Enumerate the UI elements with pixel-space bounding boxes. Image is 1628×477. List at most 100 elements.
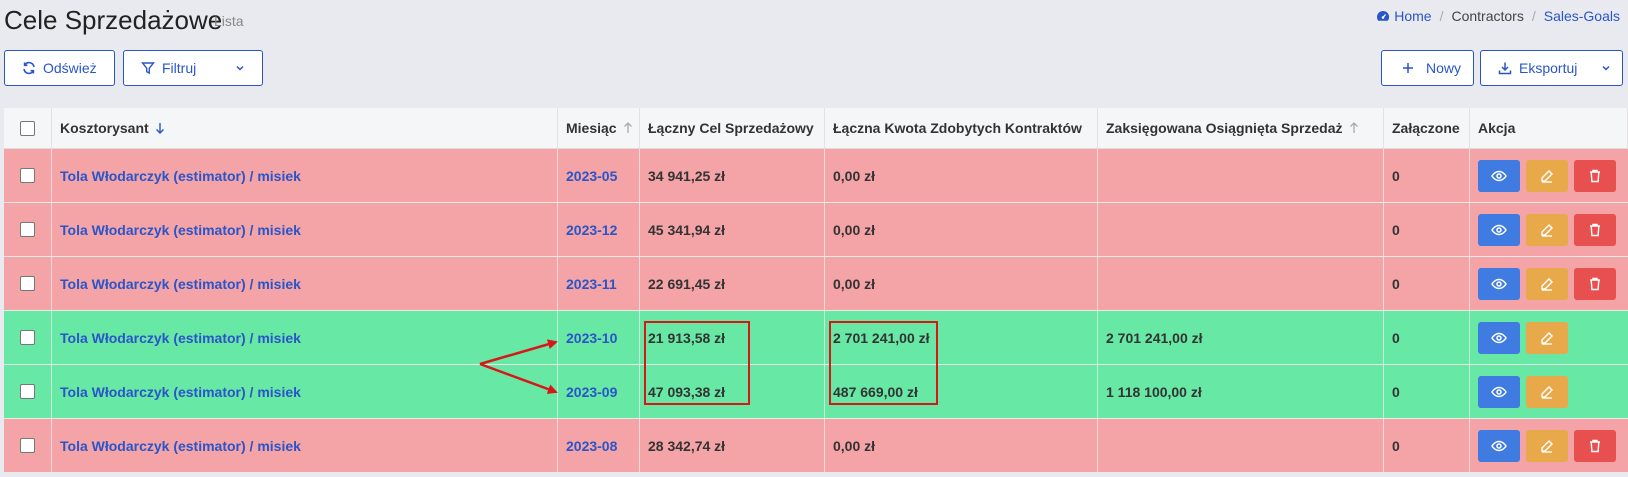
month-link[interactable]: 2023-09 [566,384,617,400]
trash-icon [1589,169,1601,183]
table-row: Tola Włodarczyk (estimator) / misiek 202… [4,419,1628,473]
edit-button[interactable] [1526,321,1568,354]
eye-icon [1491,278,1507,290]
column-header-won-contracts[interactable]: Łączna Kwota Zdobytych Kontraktów [825,108,1098,148]
month-link[interactable]: 2023-08 [566,438,617,454]
export-button[interactable]: Eksportuj [1480,50,1623,86]
estimator-link[interactable]: Tola Włodarczyk (estimator) / misiek [60,168,301,184]
attached-cell: 0 [1384,311,1470,364]
estimator-link[interactable]: Tola Włodarczyk (estimator) / misiek [60,276,301,292]
estimator-link[interactable]: Tola Włodarczyk (estimator) / misiek [60,222,301,238]
won-contracts-cell: 0,00 zł [825,257,1098,310]
month-cell: 2023-12 [558,203,640,256]
column-header-estimator[interactable]: Kosztorysant [52,108,558,148]
view-button[interactable] [1478,375,1520,408]
edit-button[interactable] [1526,159,1568,192]
pencil-icon [1540,223,1554,237]
delete-button[interactable] [1574,213,1616,246]
row-checkbox[interactable] [20,438,35,453]
select-all-checkbox[interactable] [20,120,35,136]
trash-icon [1589,223,1601,237]
month-cell: 2023-08 [558,419,640,472]
month-link[interactable]: 2023-10 [566,330,617,346]
row-checkbox[interactable] [20,330,35,345]
dashboard-icon [1377,10,1390,21]
total-goal-value: 22 691,45 zł [648,275,726,292]
attached-value: 0 [1392,275,1400,292]
pencil-icon [1540,169,1554,183]
edit-button[interactable] [1526,429,1568,462]
won-contracts-cell: 0,00 zł [825,419,1098,472]
estimator-cell: Tola Włodarczyk (estimator) / misiek [52,365,558,418]
row-checkbox[interactable] [20,276,35,291]
chevron-down-icon [234,61,246,77]
breadcrumb-current[interactable]: Sales-Goals [1544,8,1620,24]
estimator-link[interactable]: Tola Włodarczyk (estimator) / misiek [60,438,301,454]
page-subtitle: Lista [214,13,244,29]
view-button[interactable] [1478,429,1520,462]
won-contracts-value: 0,00 zł [833,221,876,238]
row-checkbox[interactable] [20,384,35,399]
new-button[interactable]: Nowy [1381,50,1474,86]
month-link[interactable]: 2023-05 [566,168,617,184]
select-all-cell [4,108,52,148]
view-button[interactable] [1478,213,1520,246]
export-button-label: Eksportuj [1519,60,1578,76]
breadcrumb: Home / Contractors / Sales-Goals [1376,8,1620,24]
attached-cell: 0 [1384,149,1470,202]
breadcrumb-contractors[interactable]: Contractors [1451,8,1523,24]
pencil-icon [1540,277,1554,291]
month-link[interactable]: 2023-12 [566,222,617,238]
column-header-attached[interactable]: Załączone [1384,108,1470,148]
row-select-cell [4,257,52,310]
total-goal-cell: 34 941,25 zł [640,149,825,202]
eye-icon [1491,170,1507,182]
estimator-link[interactable]: Tola Włodarczyk (estimator) / misiek [60,384,301,400]
edit-button[interactable] [1526,267,1568,300]
row-select-cell [4,365,52,418]
won-contracts-cell: 0,00 zł [825,203,1098,256]
estimator-link[interactable]: Tola Włodarczyk (estimator) / misiek [60,330,301,346]
view-button[interactable] [1478,267,1520,300]
edit-button[interactable] [1526,375,1568,408]
booked-sales-cell [1098,419,1384,472]
actions-cell [1470,365,1628,418]
total-goal-cell: 28 342,74 zł [640,419,825,472]
annotation-box-won-contracts [829,321,938,405]
table-row: Tola Włodarczyk (estimator) / misiek 202… [4,257,1628,311]
refresh-icon [21,60,37,76]
breadcrumb-separator: / [1439,8,1444,24]
page-header: Cele Sprzedażowe Lista Home / Contractor… [0,0,1628,40]
view-button[interactable] [1478,321,1520,354]
month-link[interactable]: 2023-11 [566,276,617,292]
column-label: Łączna Kwota Zdobytych Kontraktów [833,120,1082,136]
trash-icon [1589,277,1601,291]
actions-cell [1470,311,1628,364]
booked-sales-cell [1098,257,1384,310]
edit-button[interactable] [1526,213,1568,246]
view-button[interactable] [1478,159,1520,192]
booked-sales-value: 2 701 241,00 zł [1106,329,1203,346]
row-checkbox[interactable] [20,222,35,237]
delete-button[interactable] [1574,267,1616,300]
delete-button[interactable] [1574,159,1616,192]
delete-button[interactable] [1574,429,1616,462]
row-checkbox[interactable] [20,168,35,183]
column-header-booked-sales[interactable]: Zaksięgowana Osiągnięta Sprzedaż [1098,108,1384,148]
breadcrumb-home-label: Home [1394,8,1432,24]
attached-value: 0 [1392,167,1400,184]
estimator-cell: Tola Włodarczyk (estimator) / misiek [52,203,558,256]
page: Cele Sprzedażowe Lista Home / Contractor… [0,0,1628,477]
column-header-total-goal[interactable]: Łączny Cel Sprzedażowy [640,108,825,148]
filter-button[interactable]: Filtruj [123,50,263,86]
refresh-button[interactable]: Odśwież [4,50,115,86]
total-goal-value: 28 342,74 zł [648,437,726,454]
booked-sales-cell: 1 118 100,00 zł [1098,365,1384,418]
column-label: Zaksięgowana Osiągnięta Sprzedaż [1106,120,1343,136]
estimator-cell: Tola Włodarczyk (estimator) / misiek [52,311,558,364]
eye-icon [1491,386,1507,398]
attached-value: 0 [1392,437,1400,454]
breadcrumb-home[interactable]: Home [1376,8,1432,24]
row-select-cell [4,149,52,202]
column-header-month[interactable]: Miesiąc [558,108,640,148]
